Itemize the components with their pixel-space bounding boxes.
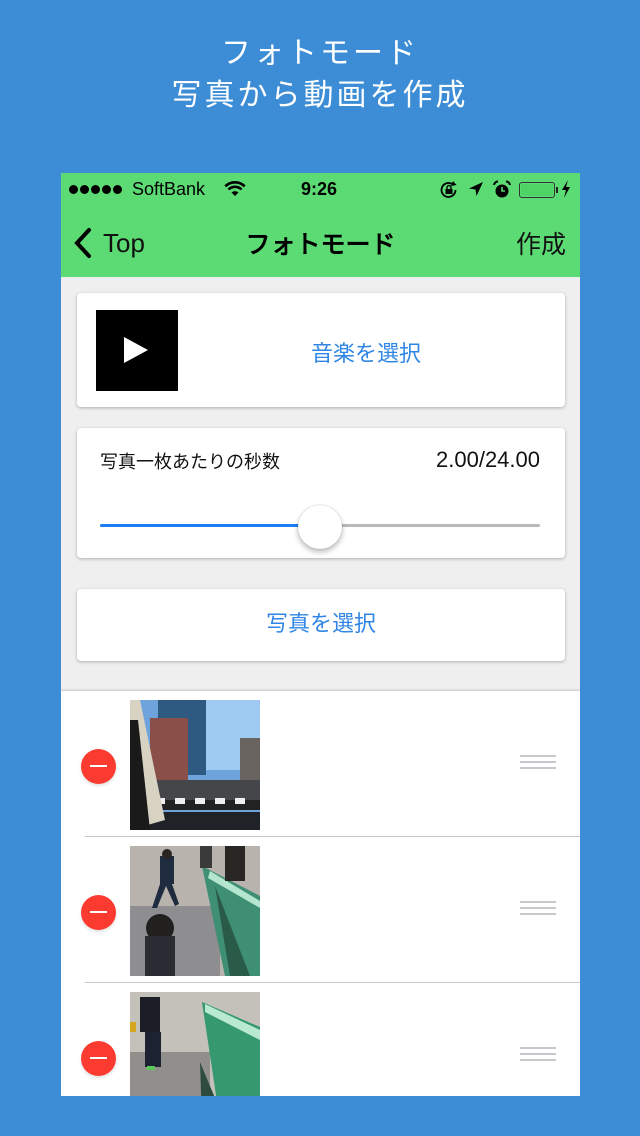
list-item — [61, 983, 580, 1096]
photo-select-card[interactable]: 写真を選択 — [77, 589, 565, 661]
location-arrow-icon — [469, 182, 483, 196]
carrier-name: SoftBank — [132, 179, 206, 199]
select-music-button[interactable]: 音楽を選択 — [311, 336, 421, 368]
battery-icon — [519, 182, 555, 198]
select-photo-button[interactable]: 写真を選択 — [77, 589, 565, 661]
rotation-lock-icon — [440, 181, 457, 198]
music-preview-play-button[interactable] — [96, 310, 178, 391]
seconds-per-photo-card: 写真一枚あたりの秒数 2.00/24.00 — [77, 428, 565, 558]
list-item — [61, 837, 580, 983]
status-time: 9:26 — [301, 179, 338, 199]
photo-thumbnail — [130, 846, 260, 976]
wifi-icon — [224, 181, 246, 196]
promo-subtitle: 写真から動画を作成 — [171, 78, 469, 113]
photo-thumbnail — [130, 992, 260, 1096]
phone-screen: SoftBank 9:26 Top フォトモード 作成 音楽を選択 写真一枚あた… — [61, 173, 580, 1096]
promo-header: フォトモード 写真から動画を作成 — [0, 34, 640, 116]
list-item — [61, 691, 580, 837]
reorder-handle[interactable] — [520, 1047, 556, 1062]
delete-button[interactable] — [81, 1041, 116, 1076]
navigation-bar: Top フォトモード 作成 — [61, 207, 580, 277]
delete-button[interactable] — [81, 895, 116, 930]
promo-title: フォトモード — [221, 36, 419, 71]
play-icon — [124, 337, 148, 363]
chevron-left-icon — [74, 228, 91, 258]
status-bar: SoftBank 9:26 — [61, 173, 580, 207]
signal-strength-icon — [69, 185, 122, 194]
seconds-per-photo-label: 写真一枚あたりの秒数 — [100, 452, 280, 473]
delete-button[interactable] — [81, 749, 116, 784]
reorder-handle[interactable] — [520, 755, 556, 770]
photo-list — [61, 691, 580, 1096]
reorder-handle[interactable] — [520, 901, 556, 916]
slider-thumb[interactable] — [298, 505, 342, 549]
photo-thumbnail — [130, 700, 260, 830]
alarm-icon — [493, 180, 511, 198]
music-select-card[interactable]: 音楽を選択 — [77, 293, 565, 407]
back-button[interactable]: Top — [73, 223, 145, 263]
back-label: Top — [103, 227, 145, 258]
create-button[interactable]: 作成 — [516, 225, 566, 261]
charging-bolt-icon — [562, 180, 570, 198]
seconds-per-photo-value: 2.00/24.00 — [436, 447, 540, 472]
slider-fill — [100, 524, 320, 527]
